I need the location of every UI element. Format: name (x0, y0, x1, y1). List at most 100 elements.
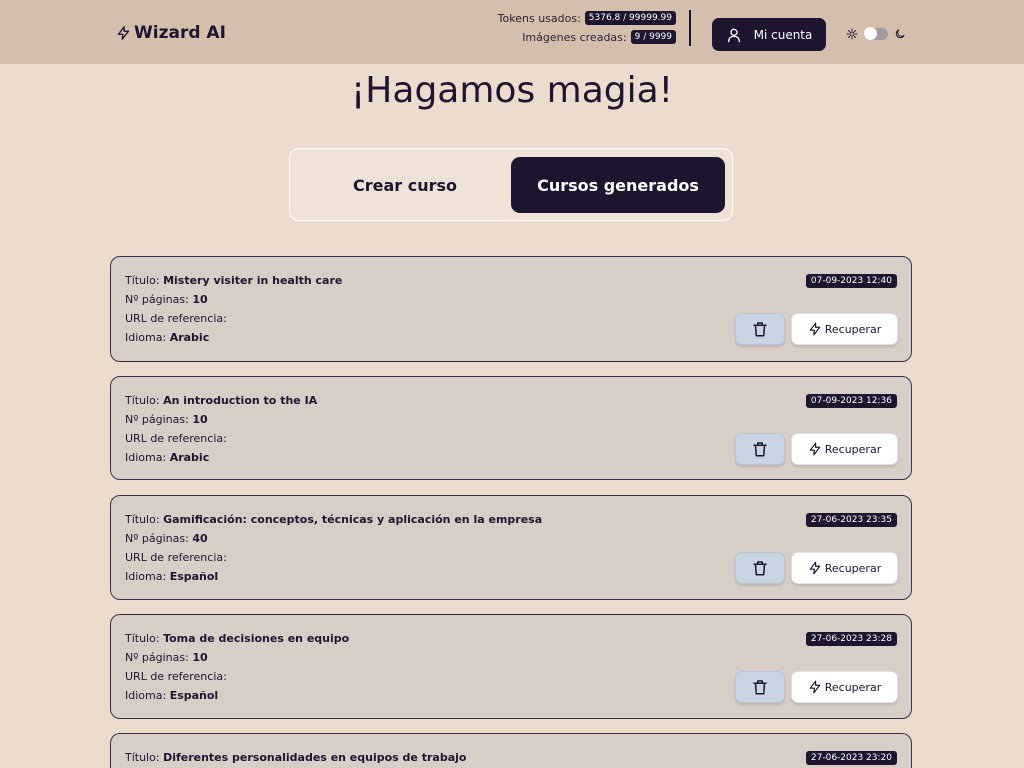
pages-label: Nº páginas: (125, 532, 189, 545)
user-icon (727, 28, 740, 42)
course-pages: 10 (192, 413, 208, 426)
course-title: Toma de decisiones en equipo (163, 632, 350, 645)
usage-summary: Tokens usados: 5376.8 / 99999.99 Imágene… (498, 10, 676, 45)
bolt-icon (809, 561, 820, 575)
course-pages-line: Nº páginas: 10 (125, 290, 342, 309)
recover-label: Recuperar (824, 322, 882, 336)
course-date: 27-06-2023 23:35 (805, 513, 897, 527)
course-language-line: Idioma: Arabic (125, 328, 342, 347)
course-language-line: Idioma: Español (125, 686, 349, 705)
tokens-value: 5376.8 / 99999.99 (584, 11, 676, 25)
title-label: Título: (125, 632, 160, 645)
bolt-icon (809, 680, 820, 694)
trash-icon (753, 561, 767, 576)
language-label: Idioma: (125, 451, 167, 464)
trash-icon (753, 442, 767, 457)
url-label: URL de referencia: (125, 312, 227, 325)
course-url-line: URL de referencia: (125, 309, 342, 328)
course-tabs: Crear curso Cursos generados (289, 148, 733, 221)
course-title-line: Título: Mistery visiter in health care (125, 271, 342, 290)
title-label: Título: (125, 751, 160, 764)
course-title: An introduction to the IA (163, 394, 318, 407)
course-pages-line: Nº páginas: 10 (125, 648, 349, 667)
course-language: Arabic (169, 451, 210, 464)
course-title: Gamificación: conceptos, técnicas y apli… (163, 513, 543, 526)
my-account-label: Mi cuenta (753, 27, 813, 42)
course-title: Diferentes personalidades en equipos de … (163, 751, 467, 764)
language-label: Idioma: (125, 570, 167, 583)
course-details: Título: Gamificación: conceptos, técnica… (125, 510, 542, 586)
course-url-line: URL de referencia: (125, 548, 542, 567)
title-label: Título: (125, 394, 160, 407)
recover-course-button[interactable]: Recuperar (791, 671, 898, 703)
course-language: Español (169, 570, 219, 583)
course-title-line: Título: Diferentes personalidades en equ… (125, 748, 466, 767)
recover-course-button[interactable]: Recuperar (791, 552, 898, 584)
course-language: Español (169, 689, 219, 702)
bolt-icon (809, 322, 820, 336)
recover-label: Recuperar (824, 442, 882, 456)
tab-generated-courses[interactable]: Cursos generados (511, 157, 725, 213)
pages-label: Nº páginas: (125, 293, 189, 306)
recover-label: Recuperar (824, 561, 882, 575)
course-language-line: Idioma: Arabic (125, 448, 317, 467)
url-label: URL de referencia: (125, 670, 227, 683)
course-pages-line: Nº páginas: 10 (125, 410, 317, 429)
images-row: Imágenes creadas: 9 / 9999 (522, 29, 676, 45)
course-url-line: URL de referencia: (125, 667, 349, 686)
course-date: 07-09-2023 12:36 (805, 394, 897, 408)
bolt-icon (809, 442, 820, 456)
theme-toggle-knob (864, 27, 877, 40)
moon-icon (895, 29, 905, 39)
tab-create-course[interactable]: Crear curso (298, 157, 512, 213)
recover-course-button[interactable]: Recuperar (791, 313, 898, 345)
course-language: Arabic (169, 331, 210, 344)
brand-name: Wizard AI (134, 23, 226, 43)
delete-course-button[interactable] (735, 313, 785, 345)
course-card: Título: Mistery visiter in health care N… (110, 256, 912, 362)
my-account-button[interactable]: Mi cuenta (712, 18, 826, 51)
language-label: Idioma: (125, 689, 167, 702)
recover-course-button[interactable]: Recuperar (791, 433, 898, 465)
course-url-line: URL de referencia: (125, 429, 317, 448)
trash-icon (753, 680, 767, 695)
course-pages-line: Nº páginas: 40 (125, 529, 542, 548)
delete-course-button[interactable] (735, 671, 785, 703)
course-title-line: Título: Gamificación: conceptos, técnica… (125, 510, 542, 529)
top-header: Wizard AI Tokens usados: 5376.8 / 99999.… (0, 0, 1024, 64)
course-date: 27-06-2023 23:28 (805, 632, 897, 646)
sun-icon (846, 28, 858, 40)
course-card: Título: An introduction to the IA Nº pág… (110, 376, 912, 480)
course-card: Título: Toma de decisiones en equipo Nº … (110, 614, 912, 719)
course-card: Título: Diferentes personalidades en equ… (110, 733, 912, 768)
title-label: Título: (125, 274, 160, 287)
theme-toggle[interactable] (864, 27, 888, 40)
course-title-line: Título: Toma de decisiones en equipo (125, 629, 349, 648)
course-details: Título: Toma de decisiones en equipo Nº … (125, 629, 349, 705)
tokens-label: Tokens usados: (497, 11, 581, 25)
url-label: URL de referencia: (125, 551, 227, 564)
course-pages: 10 (192, 293, 208, 306)
images-label: Imágenes creadas: (522, 30, 627, 44)
course-details: Título: Diferentes personalidades en equ… (125, 748, 466, 767)
course-card: Título: Gamificación: conceptos, técnica… (110, 495, 912, 600)
theme-switch[interactable] (846, 26, 906, 42)
delete-course-button[interactable] (735, 433, 785, 465)
language-label: Idioma: (125, 331, 167, 344)
url-label: URL de referencia: (125, 432, 227, 445)
recover-label: Recuperar (824, 680, 882, 694)
pages-label: Nº páginas: (125, 651, 189, 664)
course-title-line: Título: An introduction to the IA (125, 391, 317, 410)
header-divider (689, 10, 691, 46)
title-label: Título: (125, 513, 160, 526)
images-value: 9 / 9999 (630, 30, 676, 44)
page-title: ¡Hagamos magia! (350, 70, 674, 111)
course-details: Título: Mistery visiter in health care N… (125, 271, 342, 347)
course-language-line: Idioma: Español (125, 567, 542, 586)
delete-course-button[interactable] (735, 552, 785, 584)
tokens-row: Tokens usados: 5376.8 / 99999.99 (498, 10, 676, 26)
course-details: Título: An introduction to the IA Nº pág… (125, 391, 317, 467)
trash-icon (753, 322, 767, 337)
course-pages: 40 (192, 532, 208, 545)
brand-logo[interactable]: Wizard AI (116, 22, 226, 44)
